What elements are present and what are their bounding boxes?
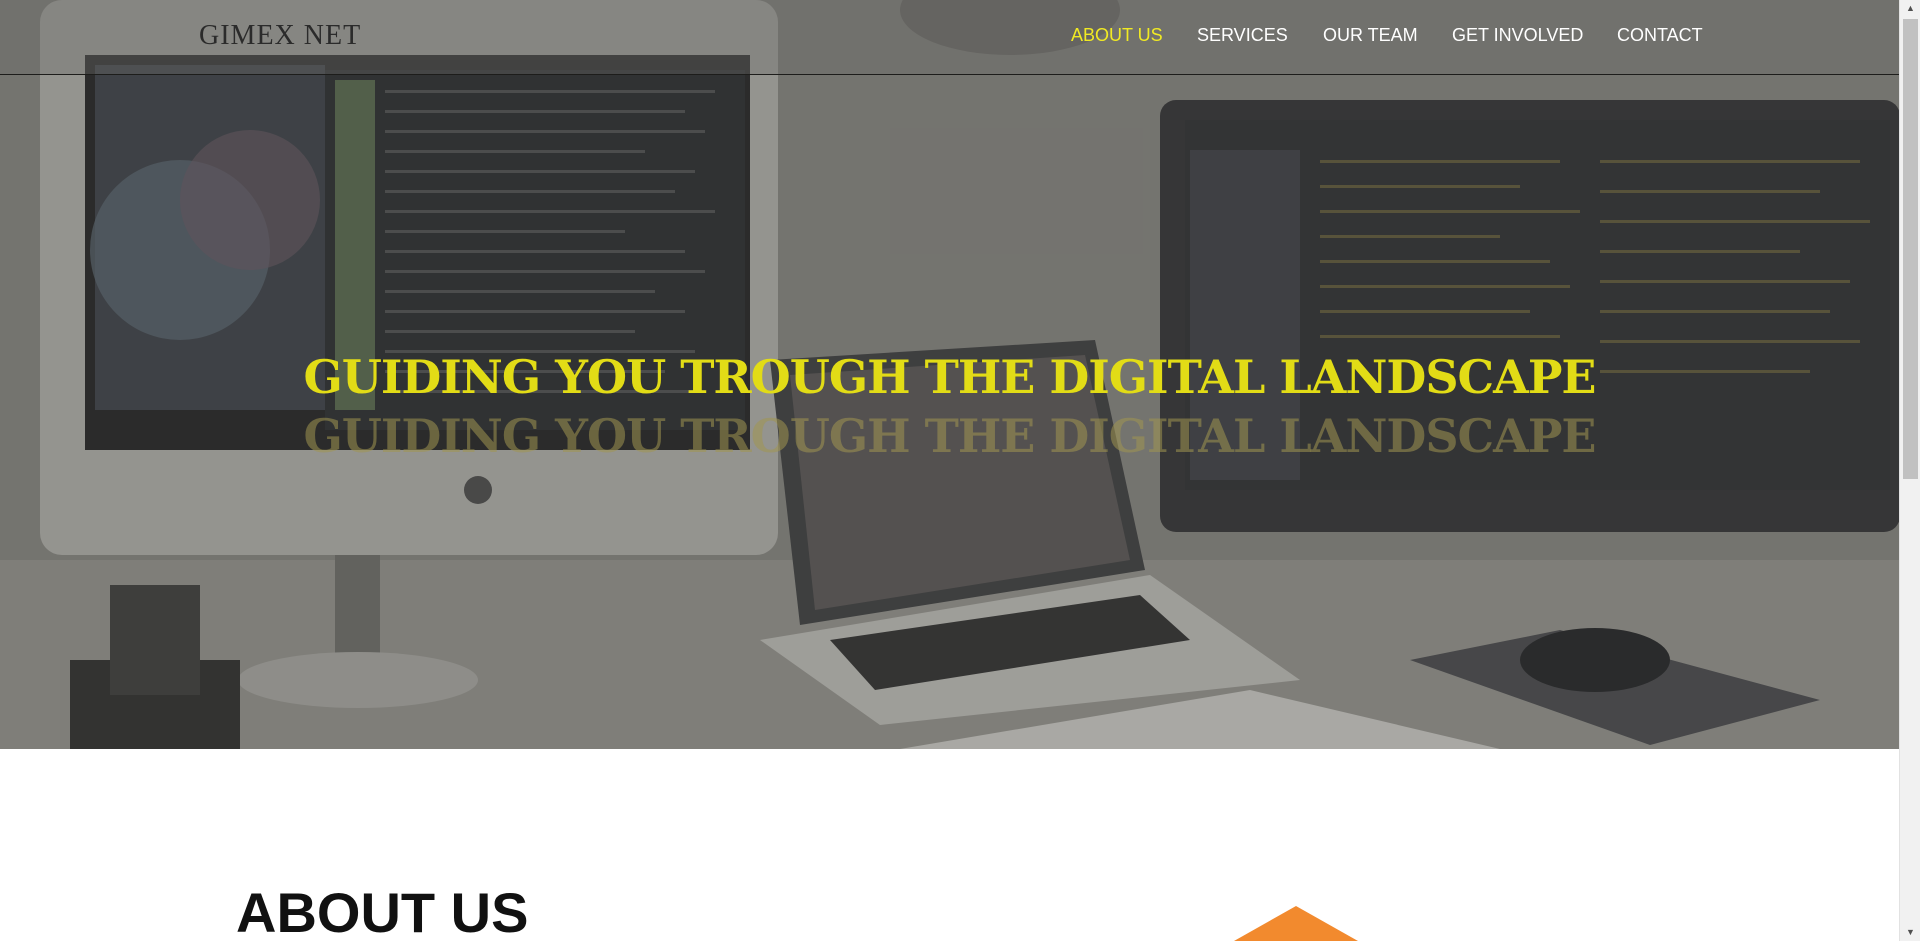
about-us-heading: ABOUT US (236, 881, 529, 941)
page-scrollbar[interactable]: ▲ ▼ (1899, 0, 1920, 941)
scrollbar-thumb[interactable] (1903, 19, 1918, 479)
hero-headline: GUIDING YOU TROUGH THE DIGITAL LANDSCAPE (303, 350, 1596, 404)
nav-item-our-team[interactable]: OUR TEAM (1323, 25, 1418, 46)
scroll-down-arrow-icon[interactable]: ▼ (1900, 924, 1920, 941)
hero-section: GUIDING YOU TROUGH THE DIGITAL LANDSCAPE… (0, 0, 1899, 749)
nav-item-contact[interactable]: CONTACT (1617, 25, 1703, 46)
scroll-up-arrow-icon[interactable]: ▲ (1900, 0, 1920, 17)
nav-item-about-us[interactable]: ABOUT US (1071, 25, 1163, 46)
orange-diamond-graphic (1234, 906, 1358, 941)
hero-headline-reflection: GUIDING YOU TROUGH THE DIGITAL LANDSCAPE (303, 409, 1596, 463)
brand-logo-text[interactable]: GIMEX NET (199, 20, 361, 52)
top-navbar: GIMEX NET ABOUT US SERVICES OUR TEAM GET… (0, 0, 1899, 75)
nav-item-get-involved[interactable]: GET INVOLVED (1452, 25, 1583, 46)
nav-item-services[interactable]: SERVICES (1197, 25, 1288, 46)
